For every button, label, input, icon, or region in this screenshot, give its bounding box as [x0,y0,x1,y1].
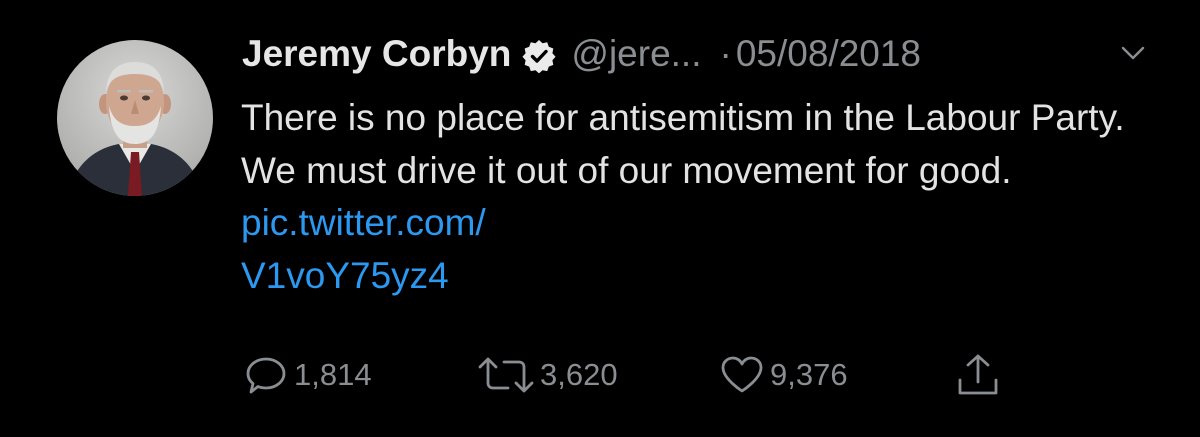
like-button[interactable]: 9,376 [718,350,848,400]
heart-icon [721,356,763,393]
avatar-image [57,40,213,196]
tweet[interactable]: Jeremy Corbyn @jere... · 05/08/2018 Ther… [0,0,1200,437]
reply-icon [246,357,286,394]
tweet-header: Jeremy Corbyn @jere... · 05/08/2018 [242,28,921,80]
author-name[interactable]: Jeremy Corbyn [242,28,511,80]
verified-badge-icon [521,36,557,74]
tweet-link-part1: pic.twitter.com/ [241,202,486,243]
reply-button[interactable]: 1,814 [244,350,372,400]
tweet-actions: 1,814 3,620 9,376 [0,350,1200,400]
separator-dot: · [719,33,732,74]
share-icon [958,354,998,395]
tweet-link[interactable]: pic.twitter.com/V1voY75yz4 [241,202,486,296]
author-handle[interactable]: @jere... [571,28,701,80]
retweet-icon [478,357,534,393]
tweet-text-content: There is no place for antisemitism in th… [241,97,1125,191]
like-count: 9,376 [770,357,848,392]
tweet-date[interactable]: 05/08/2018 [736,28,921,80]
retweet-button[interactable]: 3,620 [476,350,618,400]
avatar[interactable] [57,40,213,196]
tweet-link-part2: V1voY75yz4 [241,254,449,296]
reply-count: 1,814 [294,357,372,392]
retweet-count: 3,620 [540,357,618,392]
tweet-text: There is no place for antisemitism in th… [241,92,1141,302]
share-button[interactable] [954,350,1002,400]
chevron-down-icon[interactable] [1118,40,1148,66]
